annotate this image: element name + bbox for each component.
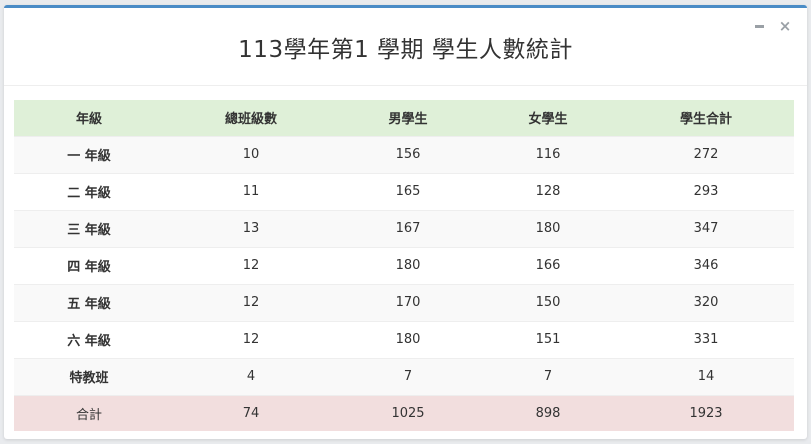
boys-cell: 180 (338, 320, 478, 358)
total-cell: 293 (618, 172, 794, 210)
table-row: 五 年級 12 170 150 320 (14, 283, 794, 321)
total-label-cell: 合計 (14, 394, 164, 431)
total-cell: 14 (618, 357, 794, 395)
table-row: 二 年級 11 165 128 293 (14, 172, 794, 210)
girls-cell: 151 (478, 320, 618, 358)
total-cell: 347 (618, 209, 794, 247)
classes-cell: 13 (164, 209, 338, 247)
total-boys-cell: 1025 (338, 394, 478, 431)
window-controls: × (753, 18, 792, 33)
grade-cell: 二 年級 (14, 172, 164, 210)
table-row: 一 年級 10 156 116 272 (14, 135, 794, 173)
header-girls: 女學生 (478, 100, 618, 136)
boys-cell: 180 (338, 246, 478, 284)
girls-cell: 150 (478, 283, 618, 321)
grade-cell: 五 年級 (14, 283, 164, 321)
close-icon[interactable]: × (779, 18, 792, 33)
grand-total-cell: 1923 (618, 394, 794, 431)
girls-cell: 7 (478, 357, 618, 395)
boys-cell: 7 (338, 357, 478, 395)
girls-cell: 180 (478, 209, 618, 247)
table-row: 三 年級 13 167 180 347 (14, 209, 794, 247)
boys-cell: 167 (338, 209, 478, 247)
grade-cell: 四 年級 (14, 246, 164, 284)
classes-cell: 11 (164, 172, 338, 210)
minimize-bar (754, 24, 764, 28)
boys-cell: 165 (338, 172, 478, 210)
table-row: 特教班 4 7 7 14 (14, 357, 794, 395)
header-boys: 男學生 (338, 100, 478, 136)
header-row: 年級 總班級數 男學生 女學生 學生合計 (14, 100, 794, 136)
girls-cell: 128 (478, 172, 618, 210)
total-row: 合計 74 1025 898 1923 (14, 394, 794, 431)
total-cell: 346 (618, 246, 794, 284)
title-area: 113學年第1 學期 學生人數統計 (4, 8, 807, 86)
table-container: 年級 總班級數 男學生 女學生 學生合計 一 年級 10 156 116 272… (14, 100, 794, 431)
table-row: 六 年級 12 180 151 331 (14, 320, 794, 358)
table-body: 一 年級 10 156 116 272 二 年級 11 165 128 293 … (14, 135, 794, 431)
table-header: 年級 總班級數 男學生 女學生 學生合計 (14, 100, 794, 136)
girls-cell: 116 (478, 135, 618, 173)
grade-cell: 一 年級 (14, 135, 164, 173)
classes-cell: 12 (164, 283, 338, 321)
grade-cell: 三 年級 (14, 209, 164, 247)
grade-cell: 特教班 (14, 357, 164, 395)
total-girls-cell: 898 (478, 394, 618, 431)
total-cell: 320 (618, 283, 794, 321)
classes-cell: 12 (164, 320, 338, 358)
classes-cell: 10 (164, 135, 338, 173)
header-total: 學生合計 (618, 100, 794, 136)
total-cell: 331 (618, 320, 794, 358)
total-cell: 272 (618, 135, 794, 173)
table-row: 四 年級 12 180 166 346 (14, 246, 794, 284)
minimize-icon[interactable] (753, 20, 765, 32)
total-classes-cell: 74 (164, 394, 338, 431)
boys-cell: 156 (338, 135, 478, 173)
classes-cell: 12 (164, 246, 338, 284)
classes-cell: 4 (164, 357, 338, 395)
girls-cell: 166 (478, 246, 618, 284)
grade-cell: 六 年級 (14, 320, 164, 358)
student-count-table: 年級 總班級數 男學生 女學生 學生合計 一 年級 10 156 116 272… (14, 100, 794, 431)
stats-panel: × 113學年第1 學期 學生人數統計 年級 總班級數 男學生 女學生 學生合計… (4, 5, 807, 439)
page-title: 113學年第1 學期 學生人數統計 (238, 36, 573, 63)
boys-cell: 170 (338, 283, 478, 321)
header-classes: 總班級數 (164, 100, 338, 136)
header-grade: 年級 (14, 100, 164, 136)
